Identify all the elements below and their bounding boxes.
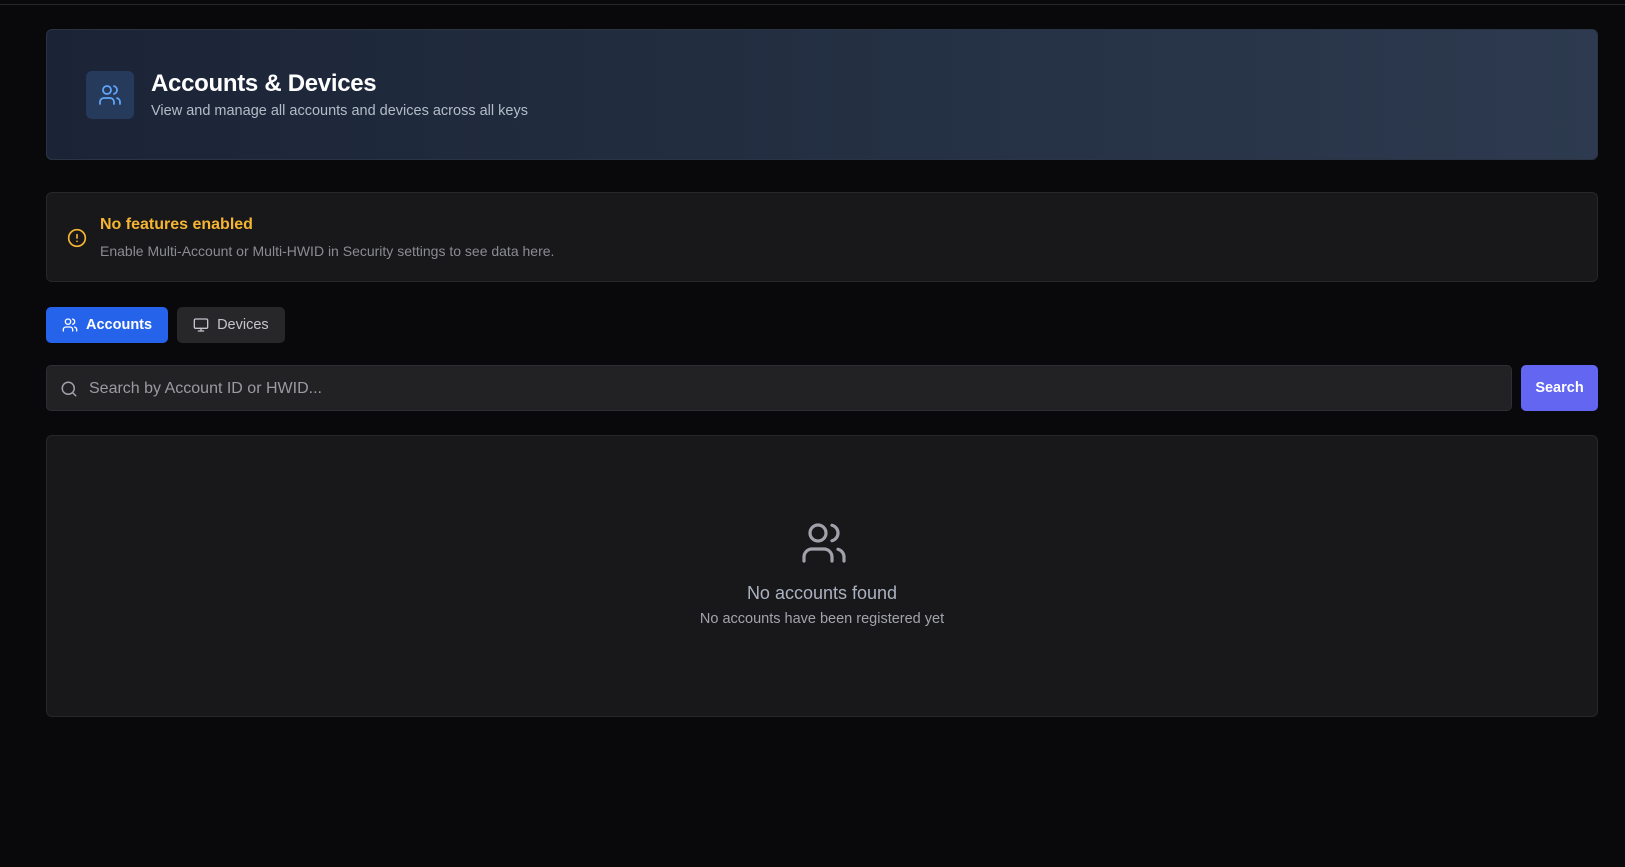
monitor-icon bbox=[193, 318, 209, 332]
search-field-container bbox=[46, 365, 1512, 412]
users-icon bbox=[802, 523, 846, 563]
page-header: Accounts & Devices View and manage all a… bbox=[46, 29, 1598, 160]
notice-text: Enable Multi-Account or Multi-HWID in Se… bbox=[100, 243, 555, 259]
users-icon bbox=[62, 318, 78, 332]
empty-state-title: No accounts found bbox=[746, 583, 898, 603]
feature-warning-notice: No features enabled Enable Multi-Account… bbox=[46, 192, 1598, 282]
tab-devices-label: Devices bbox=[217, 317, 269, 333]
users-icon bbox=[86, 71, 134, 119]
view-tabs: Accounts Devices bbox=[46, 307, 1598, 343]
page-subtitle: View and manage all accounts and devices… bbox=[151, 103, 528, 119]
search-input[interactable] bbox=[87, 366, 1501, 412]
empty-state-text: No accounts have been registered yet bbox=[699, 611, 945, 627]
tab-devices[interactable]: Devices bbox=[177, 307, 285, 343]
page-title: Accounts & Devices bbox=[151, 70, 377, 97]
accounts-empty-state: No accounts found No accounts have been … bbox=[46, 435, 1598, 717]
accounts-devices-page: Accounts & Devices View and manage all a… bbox=[46, 29, 1598, 717]
tab-accounts[interactable]: Accounts bbox=[46, 307, 169, 343]
search-button[interactable]: Search bbox=[1521, 365, 1598, 411]
notice-title: No features enabled bbox=[100, 216, 253, 233]
alert-circle-icon bbox=[67, 228, 87, 248]
search-bar: Search bbox=[46, 365, 1598, 412]
search-icon bbox=[61, 381, 77, 397]
tab-accounts-label: Accounts bbox=[86, 317, 153, 333]
top-divider bbox=[0, 4, 1625, 5]
